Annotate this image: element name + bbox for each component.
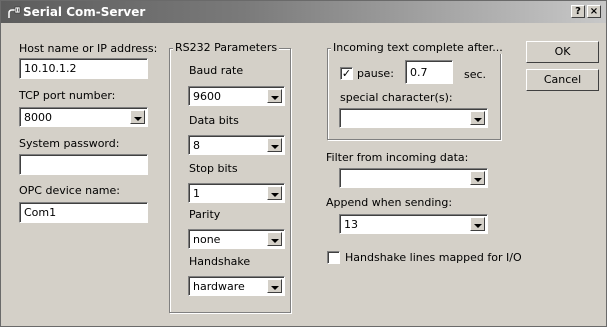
ok-button[interactable]: OK (526, 41, 599, 63)
baud-label: Baud rate (189, 64, 244, 77)
chevron-down-icon[interactable] (470, 111, 485, 125)
rs232-group-title: RS232 Parameters (173, 41, 280, 54)
append-combo[interactable]: 13 (339, 214, 488, 234)
opc-label: OPC device name: (19, 184, 120, 197)
append-label: Append when sending: (326, 196, 453, 209)
chevron-down-icon[interactable] (267, 138, 282, 152)
handshake-io-checkbox[interactable] (327, 251, 340, 264)
parity-combo[interactable]: none (188, 229, 285, 249)
special-chars-combo[interactable] (339, 108, 488, 128)
append-value: 13 (344, 218, 358, 231)
databits-label: Data bits (189, 114, 239, 127)
baud-value: 9600 (193, 90, 221, 103)
pause-field[interactable] (405, 60, 453, 84)
tcp-port-combo[interactable]: 8000 (19, 107, 148, 127)
baud-combo[interactable]: 9600 (188, 86, 285, 106)
opc-field[interactable] (19, 202, 148, 223)
host-input[interactable] (20, 59, 147, 78)
password-input[interactable] (20, 155, 147, 174)
chevron-down-icon[interactable] (267, 232, 282, 246)
filter-combo[interactable] (339, 168, 488, 188)
pause-checkbox[interactable]: ✓ (340, 67, 353, 80)
handshake-io-label: Handshake lines mapped for I/O (345, 251, 522, 264)
stopbits-combo[interactable]: 1 (188, 183, 285, 203)
host-field[interactable] (19, 58, 148, 79)
handshake-label: Handshake (189, 255, 251, 268)
chevron-down-icon[interactable] (267, 89, 282, 103)
tcp-port-label: TCP port number: (19, 89, 116, 102)
pause-unit: sec. (464, 68, 487, 81)
stopbits-value: 1 (193, 187, 200, 200)
chevron-down-icon[interactable] (267, 279, 282, 293)
close-button[interactable]: × (587, 5, 601, 18)
parity-label: Parity (189, 208, 221, 221)
stopbits-label: Stop bits (189, 162, 238, 175)
chevron-down-icon[interactable] (130, 110, 145, 124)
cancel-button[interactable]: Cancel (526, 69, 599, 91)
incoming-group-title: Incoming text complete after... (331, 41, 505, 54)
handshake-combo[interactable]: hardware (188, 276, 285, 296)
password-field[interactable] (19, 154, 148, 175)
handshake-value: hardware (193, 280, 245, 293)
title-bar[interactable]: Serial Com-Server ? × (1, 1, 606, 23)
serial-plug-icon (8, 6, 21, 18)
opc-input[interactable] (20, 203, 147, 222)
pause-label: pause: (357, 67, 394, 80)
pause-input[interactable] (406, 61, 452, 83)
filter-label: Filter from incoming data: (326, 151, 469, 164)
password-label: System password: (19, 137, 120, 150)
dialog-window: Serial Com-Server ? × Host name or IP ad… (0, 0, 607, 327)
tcp-port-value: 8000 (24, 111, 52, 124)
help-button[interactable]: ? (571, 5, 585, 18)
host-label: Host name or IP address: (19, 42, 158, 55)
chevron-down-icon[interactable] (470, 217, 485, 231)
databits-combo[interactable]: 8 (188, 135, 285, 155)
databits-value: 8 (193, 139, 200, 152)
special-chars-label: special character(s): (340, 91, 453, 104)
parity-value: none (193, 233, 221, 246)
chevron-down-icon[interactable] (470, 171, 485, 185)
window-title: Serial Com-Server (23, 5, 146, 19)
chevron-down-icon[interactable] (267, 186, 282, 200)
